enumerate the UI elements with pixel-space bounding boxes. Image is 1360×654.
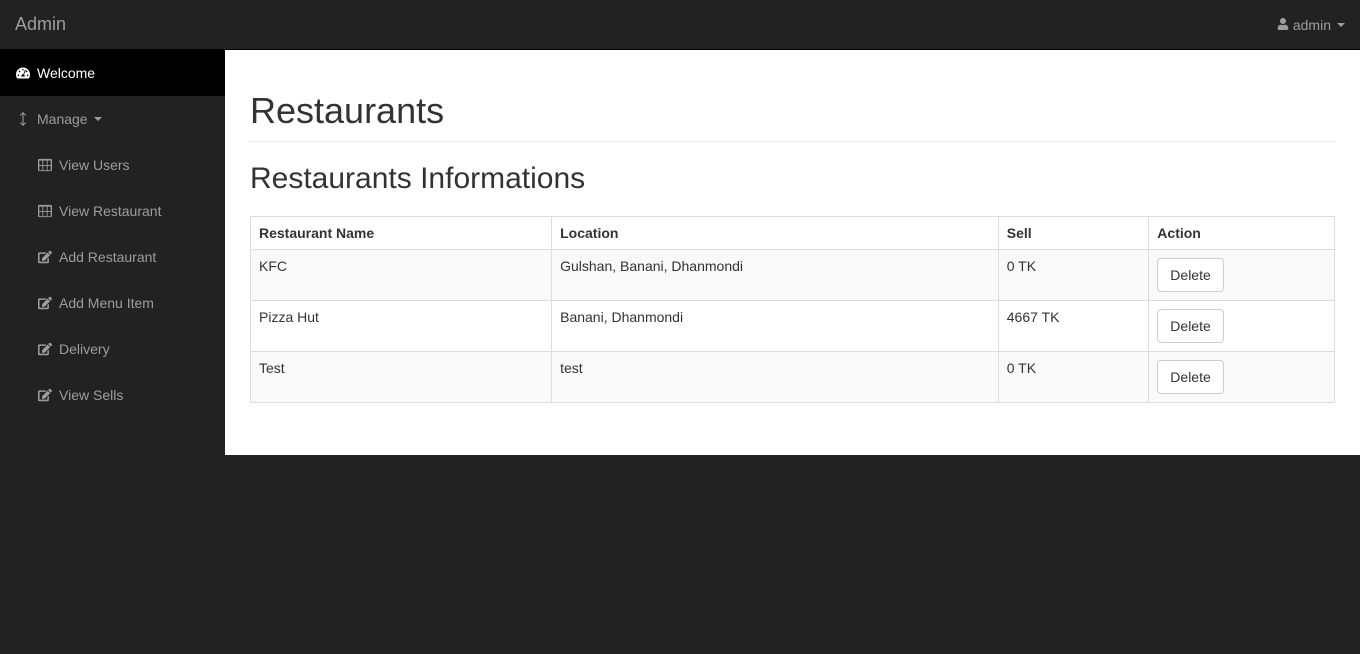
sidebar-item-welcome[interactable]: Welcome <box>0 50 225 96</box>
sidebar-item-view-users[interactable]: View Users <box>0 142 225 188</box>
page-title: Restaurants <box>250 90 1335 142</box>
main-content: Restaurants Restaurants Informations Res… <box>225 50 1360 455</box>
sidebar-item-label: View Users <box>59 157 130 173</box>
sidebar-item-view-sells[interactable]: View Sells <box>0 372 225 418</box>
sidebar-item-view-restaurant[interactable]: View Restaurant <box>0 188 225 234</box>
cell-name: Test <box>251 352 552 403</box>
table-icon <box>37 158 53 172</box>
col-header-sell: Sell <box>998 217 1149 250</box>
cell-location: Banani, Dhanmondi <box>552 301 999 352</box>
restaurants-table: Restaurant Name Location Sell Action KFC… <box>250 216 1335 403</box>
cell-name: KFC <box>251 250 552 301</box>
table-row: KFCGulshan, Banani, Dhanmondi0 TKDelete <box>251 250 1335 301</box>
sidebar-item-add-menu-item[interactable]: Add Menu Item <box>0 280 225 326</box>
delete-button[interactable]: Delete <box>1157 258 1223 292</box>
edit-icon <box>37 250 53 264</box>
page-subtitle: Restaurants Informations <box>250 162 1335 206</box>
dashboard-icon <box>15 66 31 80</box>
table-icon <box>37 204 53 218</box>
cell-sell: 0 TK <box>998 250 1149 301</box>
sidebar-item-add-restaurant[interactable]: Add Restaurant <box>0 234 225 280</box>
cell-sell: 0 TK <box>998 352 1149 403</box>
arrows-v-icon <box>15 112 31 126</box>
sidebar-item-label: Delivery <box>59 341 110 357</box>
cell-location: test <box>552 352 999 403</box>
table-row: Testtest0 TKDelete <box>251 352 1335 403</box>
user-label: admin <box>1293 17 1331 33</box>
brand-link[interactable]: Admin <box>15 14 66 35</box>
sidebar-item-label: View Restaurant <box>59 203 161 219</box>
user-icon <box>1277 17 1293 33</box>
caret-down-icon <box>94 117 102 121</box>
cell-action: Delete <box>1149 250 1335 301</box>
table-row: Pizza HutBanani, Dhanmondi4667 TKDelete <box>251 301 1335 352</box>
cell-action: Delete <box>1149 301 1335 352</box>
sidebar-item-label: Manage <box>37 111 88 127</box>
caret-down-icon <box>1337 23 1345 27</box>
edit-icon <box>37 342 53 356</box>
table-header-row: Restaurant Name Location Sell Action <box>251 217 1335 250</box>
sidebar-item-label: View Sells <box>59 387 123 403</box>
sidebar-item-label: Welcome <box>37 65 95 81</box>
cell-sell: 4667 TK <box>998 301 1149 352</box>
sidebar-item-label: Add Restaurant <box>59 249 156 265</box>
user-menu[interactable]: admin <box>1277 17 1345 33</box>
edit-icon <box>37 296 53 310</box>
cell-name: Pizza Hut <box>251 301 552 352</box>
delete-button[interactable]: Delete <box>1157 309 1223 343</box>
col-header-action: Action <box>1149 217 1335 250</box>
col-header-name: Restaurant Name <box>251 217 552 250</box>
sidebar-item-delivery[interactable]: Delivery <box>0 326 225 372</box>
cell-location: Gulshan, Banani, Dhanmondi <box>552 250 999 301</box>
col-header-location: Location <box>552 217 999 250</box>
top-navbar: Admin admin <box>0 0 1360 50</box>
delete-button[interactable]: Delete <box>1157 360 1223 394</box>
edit-icon <box>37 388 53 402</box>
cell-action: Delete <box>1149 352 1335 403</box>
sidebar-item-label: Add Menu Item <box>59 295 154 311</box>
sidebar-item-manage[interactable]: Manage <box>0 96 225 142</box>
sidebar: Welcome Manage View Users View Restaurant… <box>0 50 225 654</box>
